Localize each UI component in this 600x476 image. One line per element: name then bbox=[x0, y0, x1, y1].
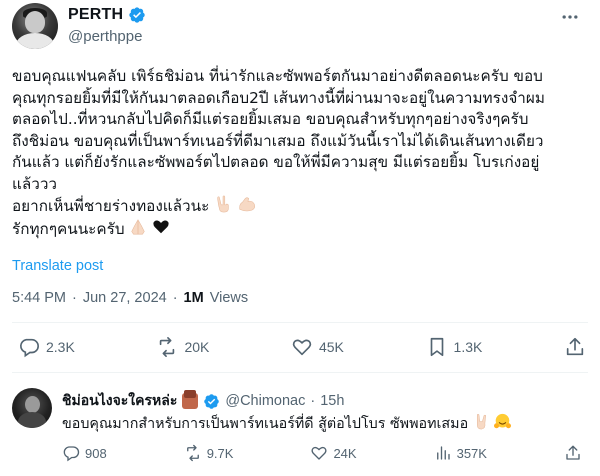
reply-reply-button[interactable]: 908 bbox=[62, 444, 107, 462]
reply-post[interactable]: ชิม่อนไงจะใครหล่ะ @Chimonac · 15h ขอบคุณ… bbox=[0, 378, 600, 476]
views-chart-icon bbox=[436, 446, 450, 460]
views-count: 1M bbox=[183, 290, 204, 306]
heart-icon bbox=[311, 446, 327, 460]
author-display-name[interactable]: PERTH bbox=[68, 6, 123, 24]
reply-author-row: ชิม่อนไงจะใครหล่ะ @Chimonac · 15h bbox=[62, 390, 344, 412]
reply-views-button[interactable]: 357K bbox=[434, 444, 487, 462]
victory-hand-emoji-icon bbox=[217, 195, 229, 213]
author-handle[interactable]: @perthppe bbox=[68, 28, 142, 45]
like-count: 45K bbox=[318, 339, 344, 355]
reply-separator: · bbox=[310, 393, 316, 409]
reply-button[interactable]: 2.3K bbox=[18, 336, 75, 358]
post-line: แล้ววว bbox=[12, 174, 58, 193]
views-label: Views bbox=[209, 290, 249, 306]
reply-action-bar: 908 9.7K 24K 357K bbox=[62, 444, 582, 462]
more-horizontal-icon bbox=[562, 15, 578, 19]
divider bbox=[12, 372, 588, 373]
share-icon bbox=[566, 337, 584, 356]
divider bbox=[12, 322, 588, 323]
house-emoji-icon bbox=[182, 393, 199, 409]
meta-separator: · bbox=[72, 290, 77, 306]
post-time[interactable]: 5:44 PM bbox=[12, 290, 66, 306]
repost-count: 20K bbox=[184, 339, 210, 355]
post-line-with-emoji: รักทุกๆคนนะครับ bbox=[12, 218, 588, 241]
reply-author-avatar[interactable] bbox=[12, 388, 52, 428]
post-action-bar: 2.3K 20K 45K 1.3K bbox=[12, 336, 588, 358]
verified-badge-icon bbox=[204, 393, 220, 409]
reply-reply-count: 908 bbox=[85, 445, 107, 461]
reply-icon bbox=[63, 446, 80, 462]
author-avatar[interactable] bbox=[12, 3, 58, 49]
repost-icon bbox=[160, 337, 175, 357]
repost-button[interactable]: 20K bbox=[156, 336, 209, 358]
flexed-biceps-emoji-icon bbox=[239, 197, 256, 212]
reply-share-button[interactable] bbox=[564, 444, 582, 462]
heart-icon bbox=[292, 339, 312, 356]
translate-post-link[interactable]: Translate post bbox=[12, 258, 103, 274]
bookmark-count: 1.3K bbox=[453, 339, 483, 355]
post-line: อยากเห็นพี่ชายร่างทองแล้วนะ bbox=[12, 197, 210, 215]
post-metadata: 5:44 PM · Jun 27, 2024 · 1M Views bbox=[12, 290, 248, 306]
post-line: รักทุกๆคนนะครับ bbox=[12, 219, 125, 238]
reply-repost-count: 9.7K bbox=[206, 445, 234, 461]
reply-display-name[interactable]: ชิม่อนไงจะใครหล่ะ bbox=[62, 390, 177, 412]
post-header: PERTH @perthppe bbox=[12, 3, 588, 51]
reply-handle[interactable]: @Chimonac bbox=[225, 393, 305, 409]
share-icon bbox=[566, 445, 580, 460]
more-options-button[interactable] bbox=[558, 5, 582, 29]
reply-icon bbox=[20, 338, 39, 358]
reply-text: ขอบคุณมากสำหรับการเป็นพาร์ทเนอร์ที่ดี สู… bbox=[62, 416, 469, 432]
reply-text-line: ขอบคุณมากสำหรับการเป็นพาร์ทเนอร์ที่ดี สู… bbox=[62, 413, 512, 435]
post-line: คุณทุกรอยยิ้มที่มีให้กันมาตลอดเกือบ2ปี เ… bbox=[12, 88, 545, 107]
bookmark-icon bbox=[430, 337, 443, 357]
post-date[interactable]: Jun 27, 2024 bbox=[83, 290, 167, 306]
reply-like-count: 24K bbox=[333, 445, 357, 461]
black-heart-emoji-icon bbox=[153, 220, 169, 233]
share-button[interactable] bbox=[564, 336, 586, 358]
verified-badge-icon bbox=[129, 7, 145, 23]
post-line: ตลอดไป..ที่หวนกลับไปคิดก็มีแต่รอยยิ้มเสม… bbox=[12, 110, 529, 128]
author-name-row: PERTH bbox=[68, 6, 146, 24]
reply-like-button[interactable]: 24K bbox=[310, 444, 357, 462]
post-line: ถึงชิม่อน ขอบคุณที่เป็นพาร์ทเนอร์ที่ดีมา… bbox=[12, 131, 544, 150]
reply-views-count: 357K bbox=[456, 445, 487, 461]
bookmark-button[interactable]: 1.3K bbox=[426, 336, 483, 358]
meta-separator: · bbox=[172, 290, 178, 306]
post-line: กันแล้ว แต่ก็ยังรักและซัพพอร์ตไปตลอด ขอใ… bbox=[12, 153, 540, 171]
like-button[interactable]: 45K bbox=[291, 336, 344, 358]
reply-repost-button[interactable]: 9.7K bbox=[184, 444, 234, 462]
post-line: ขอบคุณแฟนคลับ เพิร์ธชิม่อน ที่น่ารักและซ… bbox=[12, 67, 543, 85]
post-line-with-emoji: อยากเห็นพี่ชายร่างทองแล้วนะ bbox=[12, 195, 588, 218]
hugging-face-emoji-icon bbox=[494, 413, 512, 429]
sign-of-horns-emoji-icon bbox=[476, 414, 486, 430]
reply-count: 2.3K bbox=[46, 339, 75, 355]
reply-age[interactable]: 15h bbox=[320, 393, 344, 409]
post-text: ขอบคุณแฟนคลับ เพิร์ธชิม่อน ที่น่ารักและซ… bbox=[12, 66, 588, 240]
repost-icon bbox=[186, 444, 199, 462]
folded-hands-emoji-icon bbox=[131, 218, 146, 234]
